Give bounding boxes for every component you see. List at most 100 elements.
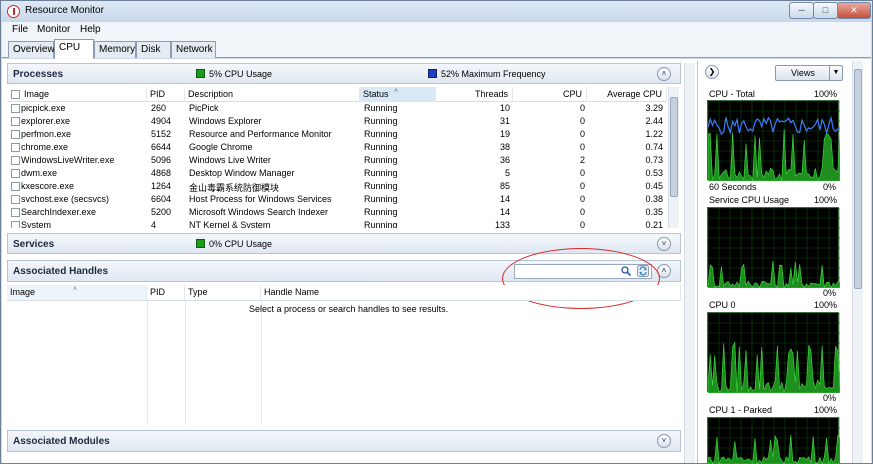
processes-column-header: Image PID Description Status ˄ Threads C… xyxy=(7,87,667,102)
processes-max-frequency: 52% Maximum Frequency xyxy=(441,69,546,79)
tab-cpu[interactable]: CPU xyxy=(54,39,94,59)
cell-average-cpu: 2.44 xyxy=(645,116,663,126)
maximize-button[interactable]: □ xyxy=(813,2,838,19)
cell-pid: 260 xyxy=(151,103,167,113)
cell-description: Windows Explorer xyxy=(189,116,262,126)
services-expand-icon[interactable]: ˅ xyxy=(657,237,671,251)
cell-description: Desktop Window Manager xyxy=(189,168,295,178)
cell-description: Host Process for Windows Services xyxy=(189,194,332,204)
minimize-button[interactable]: ─ xyxy=(789,2,814,19)
column-average-cpu[interactable]: Average CPU xyxy=(587,87,667,102)
cell-status: Running xyxy=(364,207,398,217)
views-dropdown-icon[interactable]: ▼ xyxy=(829,66,842,80)
table-row[interactable]: dwm.exe 4868 Desktop Window Manager Running… xyxy=(7,167,667,180)
handles-empty-message: Select a process or search handles to se… xyxy=(249,304,449,314)
max-frequency-swatch xyxy=(428,69,437,78)
table-row[interactable]: svchost.exe (secsvcs) 6604 Host Process fo… xyxy=(7,193,667,206)
graphs-scrollbar[interactable] xyxy=(852,61,863,463)
select-all-checkbox[interactable] xyxy=(11,90,20,99)
tab-disk[interactable]: Disk xyxy=(136,41,171,58)
cell-cpu: 0 xyxy=(579,181,585,191)
row-checkbox[interactable] xyxy=(11,104,20,113)
cpu1-plot xyxy=(708,418,840,464)
cell-status: Running xyxy=(364,142,398,152)
table-row[interactable]: perfmon.exe 5152 Resource and Performance … xyxy=(7,128,667,141)
table-row[interactable]: SearchIndexer.exe 5200 Microsoft Windows S… xyxy=(7,206,667,219)
menu-monitor[interactable]: Monitor xyxy=(37,24,70,35)
row-checkbox[interactable] xyxy=(11,156,20,165)
graph-cpu-total-min: 0% xyxy=(823,182,837,192)
handles-column-handle-name[interactable]: Handle Name xyxy=(261,285,681,300)
cell-description: Google Chrome xyxy=(189,142,253,152)
modules-expand-icon[interactable]: ˅ xyxy=(657,434,671,448)
cell-cpu: 0 xyxy=(579,194,585,204)
column-image[interactable]: Image xyxy=(21,87,147,102)
table-row[interactable]: explorer.exe 4904 Windows Explorer Running 3… xyxy=(7,115,667,128)
cell-status: Running xyxy=(364,168,398,178)
cell-cpu: 0 xyxy=(579,103,585,113)
row-checkbox[interactable] xyxy=(11,182,20,191)
table-row[interactable]: picpick.exe 260 PicPick Running 10 0 3.29 xyxy=(7,102,667,115)
menu-bar: File Monitor Help xyxy=(2,22,871,38)
row-checkbox[interactable] xyxy=(11,221,20,228)
cell-description: PicPick xyxy=(189,103,219,113)
cell-pid: 4868 xyxy=(151,168,172,178)
processes-header[interactable]: Processes 5% CPU Usage 52% Maximum Frequ… xyxy=(7,63,681,84)
graph-cpu1-max: 100% xyxy=(814,405,838,415)
processes-table: picpick.exe 260 PicPick Running 10 0 3.29 explo… xyxy=(7,102,667,228)
cell-average-cpu: 0.53 xyxy=(645,168,663,178)
tab-memory[interactable]: Memory xyxy=(94,41,136,58)
column-description[interactable]: Description xyxy=(185,87,360,102)
services-cpu-usage: 0% CPU Usage xyxy=(209,239,273,249)
cell-image: kxescore.exe xyxy=(21,181,75,191)
cell-description: Resource and Performance Monitor xyxy=(189,129,332,139)
cell-status: Running xyxy=(364,220,398,228)
menu-help[interactable]: Help xyxy=(80,24,101,35)
cell-average-cpu: 1.22 xyxy=(645,129,663,139)
tab-network[interactable]: Network xyxy=(171,41,216,58)
row-checkbox[interactable] xyxy=(11,143,20,152)
row-checkbox[interactable] xyxy=(11,208,20,217)
cell-cpu: 0 xyxy=(579,168,585,178)
cell-pid: 5096 xyxy=(151,155,172,165)
processes-scrollbar[interactable] xyxy=(668,87,679,228)
row-checkbox[interactable] xyxy=(11,169,20,178)
modules-title: Associated Modules xyxy=(13,436,110,447)
column-cpu[interactable]: CPU xyxy=(513,87,587,102)
table-row[interactable]: kxescore.exe 1264 金山毒霸系统防御模块 Running 85 0 0.45 xyxy=(7,180,667,193)
handles-column-image[interactable]: Image ˄ xyxy=(7,285,147,300)
services-cpu-swatch xyxy=(196,239,205,248)
cell-description: NT Kernel & System xyxy=(189,220,271,228)
cell-image: chrome.exe xyxy=(21,142,69,152)
processes-collapse-icon[interactable]: ˄ xyxy=(657,67,671,81)
row-checkbox[interactable] xyxy=(11,195,20,204)
cell-description: Microsoft Windows Search Indexer xyxy=(189,207,329,217)
handles-divider xyxy=(147,301,148,425)
cell-threads: 10 xyxy=(499,103,510,113)
close-button[interactable]: ✕ xyxy=(837,2,871,19)
cell-threads: 38 xyxy=(499,142,510,152)
menu-file[interactable]: File xyxy=(12,24,28,35)
processes-scroll-thumb[interactable] xyxy=(670,97,678,197)
handles-column-pid[interactable]: PID xyxy=(147,285,185,300)
column-threads[interactable]: Threads xyxy=(436,87,513,102)
column-status-label: Status xyxy=(363,89,389,99)
graph-cpu1 xyxy=(707,417,840,464)
row-checkbox[interactable] xyxy=(11,117,20,126)
table-row[interactable]: WindowsLiveWriter.exe 5096 Windows Live Wr… xyxy=(7,154,667,167)
cell-average-cpu: 0.38 xyxy=(645,194,663,204)
cell-threads: 85 xyxy=(499,181,510,191)
tab-bar: Overview CPU Memory Disk Network xyxy=(2,38,871,59)
handles-column-type[interactable]: Type xyxy=(185,285,261,300)
resource-monitor-icon xyxy=(7,5,20,18)
row-checkbox[interactable] xyxy=(11,130,20,139)
table-row[interactable]: System 4 NT Kernel & System Running 133 0 0.21 xyxy=(7,219,667,228)
collapse-pane-icon[interactable]: ❯ xyxy=(705,65,719,79)
left-pane-scrollbar[interactable] xyxy=(684,63,695,463)
table-row[interactable]: chrome.exe 6644 Google Chrome Running 38 0 0.7… xyxy=(7,141,667,154)
column-pid[interactable]: PID xyxy=(147,87,185,102)
modules-header[interactable]: Associated Modules ˅ xyxy=(7,430,681,452)
column-status[interactable]: Status ˄ xyxy=(360,87,436,102)
graphs-scroll-thumb[interactable] xyxy=(854,69,862,289)
tab-overview[interactable]: Overview xyxy=(8,41,55,58)
